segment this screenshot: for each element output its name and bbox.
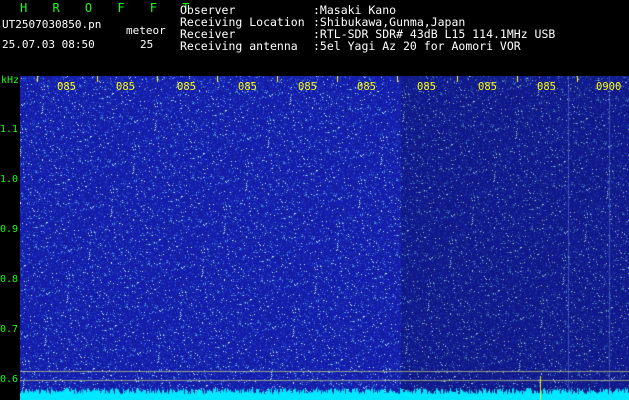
date-time: 25.07.03 08:50 [2,38,95,51]
antenna-value: :5el Yagi Az 20 for Aomori VOR [313,39,521,53]
x-tick-label: 085 [298,81,317,93]
x-tick-label: 085 [357,81,376,93]
y-tick-label: 0.9 [0,224,19,235]
event-count: 25 [140,38,154,51]
x-tick-label: 085 [417,81,436,93]
y-axis-unit: kHz [1,75,20,86]
y-tick-label: 0.6 [0,374,19,385]
header-panel: H R O F F T UT2507030850.pn meteor 25.07… [0,0,629,76]
file-name: UT2507030850.pn [2,18,102,31]
x-tick-label: 085 [537,81,556,93]
y-tick-label: 0.7 [0,324,19,335]
x-tick-label: 085 [478,81,497,93]
x-tick-label: 085 [238,81,257,93]
y-tick-label: 1.1 [0,124,19,135]
x-tick-label: 085 [177,81,196,93]
event-type: meteor [126,24,166,37]
x-tick-label: 085 [116,81,135,93]
spectrogram-waterfall [20,76,629,400]
brand-title: H R O F F T [20,1,199,15]
x-tick-label: 0900 [596,81,622,93]
antenna-label: Receiving antenna [180,39,298,53]
y-tick-label: 1.0 [0,174,19,185]
x-tick-label: 085 [57,81,76,93]
y-tick-label: 0.8 [0,274,19,285]
